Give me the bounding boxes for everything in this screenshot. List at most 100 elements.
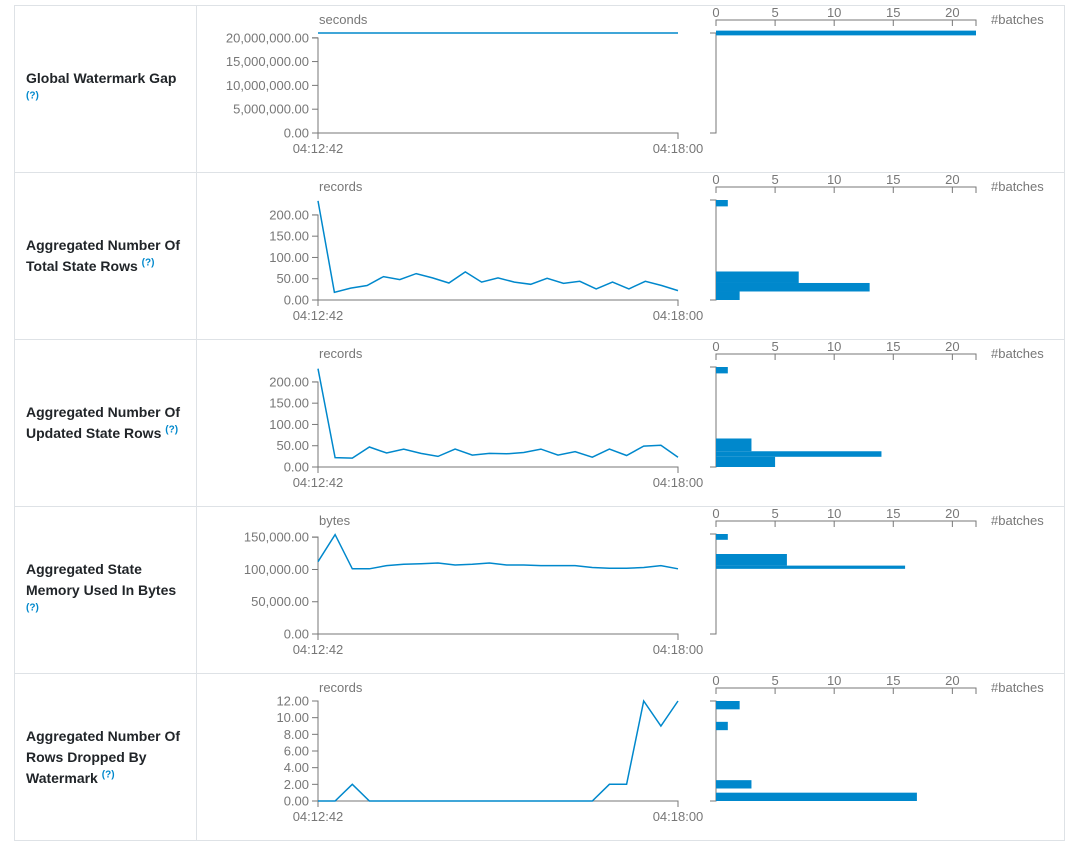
histogram-tick: 20: [945, 506, 960, 527]
histogram-tick-label: 15: [886, 172, 900, 187]
histogram-tick-label: 20: [945, 5, 959, 20]
histogram-tick: 15: [886, 506, 901, 527]
y-tick-label: 50.00: [276, 438, 309, 453]
y-tick: 0.00: [284, 627, 318, 642]
x-tick: 04:18:00: [653, 475, 704, 490]
metric-row: Global Watermark Gap (?) seconds 20,000,00…: [14, 5, 1065, 172]
y-tick-label: 6.00: [284, 744, 309, 759]
x-tick-label: 04:12:42: [293, 141, 344, 156]
histogram-tick-label: 0: [712, 172, 719, 187]
histogram-bar: [716, 456, 776, 467]
y-tick-label: 10,000,000.00: [226, 78, 309, 93]
y-tick-label: 100,000.00: [244, 562, 309, 577]
x-tick: 04:12:42: [293, 308, 344, 323]
histogram-tick-label: 20: [945, 673, 959, 688]
histogram-tick: 5: [771, 506, 779, 527]
histogram-tick-label: 15: [886, 5, 900, 20]
y-tick: 20,000,000.00: [226, 30, 318, 45]
histogram-tick-label: 0: [712, 5, 719, 20]
histogram-tick: 0: [712, 5, 720, 26]
x-tick-label: 04:18:00: [653, 809, 704, 824]
histogram-tick: 20: [945, 673, 960, 694]
histogram-tick: 10: [827, 172, 841, 193]
histogram-bar: [716, 534, 728, 540]
y-tick-label: 150.00: [269, 396, 309, 411]
statistics-table: Global Watermark Gap (?) seconds 20,000,00…: [14, 5, 1065, 841]
histogram-tick-label: 20: [945, 172, 959, 187]
histogram-tick: 5: [771, 673, 779, 694]
y-tick: 50.00: [276, 438, 318, 453]
histogram-bar: [716, 554, 787, 566]
histogram-y-axis: [710, 366, 717, 468]
y-axis-unit-label: bytes: [319, 513, 351, 528]
histogram-tick: 15: [886, 339, 901, 360]
histogram-tick-label: 0: [712, 339, 719, 354]
histogram-y-axis: [710, 199, 717, 301]
y-tick: 12.00: [276, 694, 318, 709]
y-tick: 0.00: [284, 293, 318, 308]
histogram-tick: 0: [712, 339, 720, 360]
y-tick-label: 15,000,000.00: [226, 54, 309, 69]
histogram-tick: 0: [712, 673, 720, 694]
y-tick: 0.00: [284, 126, 318, 141]
y-tick-label: 0.00: [284, 627, 309, 642]
x-tick-label: 04:12:42: [293, 308, 344, 323]
histogram-bar: [716, 701, 740, 710]
y-tick-label: 4.00: [284, 760, 309, 775]
y-tick: 100.00: [269, 250, 318, 265]
histogram-bar: [716, 565, 906, 569]
metric-chart: records 200.00 150.00 100.00 50.00 0.0004:12:…: [269, 339, 1044, 490]
y-tick-label: 150.00: [269, 229, 309, 244]
y-tick: 100.00: [269, 417, 318, 432]
x-tick-label: 04:18:00: [653, 141, 704, 156]
x-tick: 04:18:00: [653, 308, 704, 323]
metric-row: Aggregated Number Of Total State Rows (?…: [14, 172, 1065, 339]
y-tick: 150.00: [269, 229, 318, 244]
histogram-y-axis: [710, 700, 717, 802]
y-tick: 150,000.00: [244, 530, 318, 545]
y-axis-unit-label: records: [319, 179, 363, 194]
histogram-unit-label: #batches: [991, 680, 1044, 695]
metric-row: Aggregated Number Of Rows Dropped By Wat…: [14, 673, 1065, 841]
histogram-tick: 5: [771, 172, 779, 193]
x-axis-line: [317, 800, 679, 807]
histogram-tick: 5: [771, 5, 779, 26]
histogram-x-axis: [715, 186, 977, 193]
histogram-tick-label: 5: [771, 172, 778, 187]
metric-row: Aggregated State Memory Used In Bytes (?…: [14, 506, 1065, 673]
histogram-tick: 15: [886, 5, 901, 26]
y-tick-label: 20,000,000.00: [226, 30, 309, 45]
histogram-unit-label: #batches: [991, 346, 1044, 361]
histogram-tick: 15: [886, 673, 901, 694]
line-series: [317, 368, 679, 459]
histogram-tick-label: 10: [827, 506, 841, 521]
histogram-unit-label: #batches: [991, 513, 1044, 528]
x-tick-label: 04:18:00: [653, 642, 704, 657]
y-tick: 200.00: [269, 374, 318, 389]
histogram-x-axis: [715, 687, 977, 694]
histogram-tick: 0: [712, 172, 720, 193]
line-series: [317, 533, 679, 570]
histogram-y-axis: [710, 32, 717, 134]
histogram-tick: 0: [712, 506, 720, 527]
histogram-bar: [716, 30, 976, 36]
histogram-tick: 10: [827, 673, 841, 694]
y-tick: 10.00: [276, 710, 318, 725]
histogram-tick-label: 10: [827, 339, 841, 354]
y-tick: 4.00: [284, 760, 318, 775]
metric-chart: seconds 20,000,000.00 15,000,000.00 10,000,…: [226, 5, 1044, 156]
histogram-tick-label: 20: [945, 506, 959, 521]
x-axis-line: [317, 466, 679, 473]
y-tick-label: 50.00: [276, 271, 309, 286]
metric-chart: records 200.00 150.00 100.00 50.00 0.0004:12:…: [269, 172, 1044, 323]
x-tick-label: 04:12:42: [293, 642, 344, 657]
x-tick-label: 04:12:42: [293, 809, 344, 824]
histogram-tick-label: 5: [771, 673, 778, 688]
histogram-tick: 20: [945, 339, 960, 360]
y-tick: 5,000,000.00: [233, 102, 318, 117]
x-axis-line: [317, 132, 679, 139]
x-tick: 04:18:00: [653, 141, 704, 156]
histogram-tick-label: 5: [771, 339, 778, 354]
y-tick: 0.00: [284, 460, 318, 475]
y-tick: 15,000,000.00: [226, 54, 318, 69]
